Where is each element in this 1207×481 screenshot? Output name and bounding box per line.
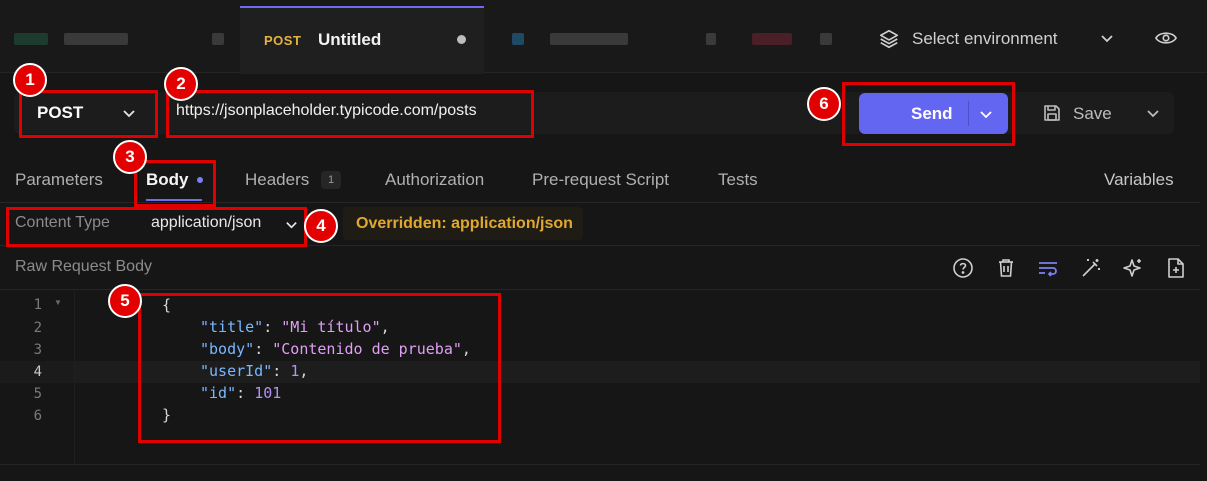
tab-authorization[interactable]: Authorization <box>385 170 484 190</box>
annotation-box-json-body <box>138 293 501 443</box>
tab-method-tag: POST <box>264 33 302 48</box>
tab-headers[interactable]: Headers <box>245 170 309 190</box>
tab-tests[interactable]: Tests <box>718 170 758 190</box>
line-number: 4 <box>33 364 42 380</box>
sparkle-icon[interactable] <box>1122 257 1144 279</box>
eye-icon[interactable] <box>1155 29 1177 47</box>
annotation-box-send <box>842 82 1015 146</box>
annotation-box-content-type <box>6 207 307 247</box>
line-number: 1 <box>33 297 42 313</box>
trash-icon[interactable] <box>996 257 1016 279</box>
chevron-down-icon[interactable] <box>1146 106 1160 120</box>
fold-toggle-icon[interactable]: ▼ <box>54 298 62 307</box>
annotation-marker: 3 <box>113 140 147 174</box>
annotation-marker: 1 <box>13 63 47 97</box>
gutter-border <box>74 290 75 464</box>
tab-title: Untitled <box>318 30 382 49</box>
annotation-box-method <box>19 90 158 138</box>
tab-blurred-3[interactable] <box>728 6 858 72</box>
tab-variables[interactable]: Variables <box>1104 170 1174 190</box>
help-icon[interactable] <box>952 257 974 279</box>
divider <box>0 464 1200 465</box>
line-number: 3 <box>33 342 42 358</box>
content-type-override-notice: Overridden: application/json <box>343 207 583 240</box>
unsaved-dot-icon <box>457 35 466 44</box>
override-text: Overridden: application/json <box>356 215 573 232</box>
line-number: 6 <box>33 408 42 424</box>
tab-parameters[interactable]: Parameters <box>15 170 103 190</box>
annotation-marker: 2 <box>164 67 198 101</box>
line-number: 2 <box>33 320 42 336</box>
save-icon <box>1042 103 1062 123</box>
headers-count-badge: 1 <box>321 171 341 189</box>
magic-wand-icon[interactable] <box>1080 257 1102 279</box>
add-file-icon[interactable] <box>1166 257 1186 279</box>
save-label: Save <box>1073 104 1112 123</box>
annotation-box-body-tab <box>134 160 216 207</box>
line-number: 5 <box>33 386 42 402</box>
environment-label: Select environment <box>912 29 1058 48</box>
chevron-down-icon <box>1100 31 1114 45</box>
layers-icon <box>878 28 900 50</box>
annotation-marker: 5 <box>108 284 142 318</box>
save-button[interactable]: Save <box>1030 92 1174 134</box>
tab-prerequest-script[interactable]: Pre-request Script <box>532 170 669 190</box>
tab-active-request[interactable]: POST Untitled <box>240 6 484 74</box>
environment-select[interactable]: Select environment <box>862 6 1136 72</box>
tab-blurred-1[interactable] <box>0 6 238 72</box>
wrap-icon[interactable] <box>1037 257 1059 279</box>
tab-blurred-2[interactable] <box>486 6 726 72</box>
tab-strip: POST Untitled Select environment <box>0 0 1207 74</box>
raw-body-label: Raw Request Body <box>15 258 152 275</box>
annotation-box-url <box>166 90 534 138</box>
annotation-marker: 4 <box>304 209 338 243</box>
annotation-marker: 6 <box>807 87 841 121</box>
